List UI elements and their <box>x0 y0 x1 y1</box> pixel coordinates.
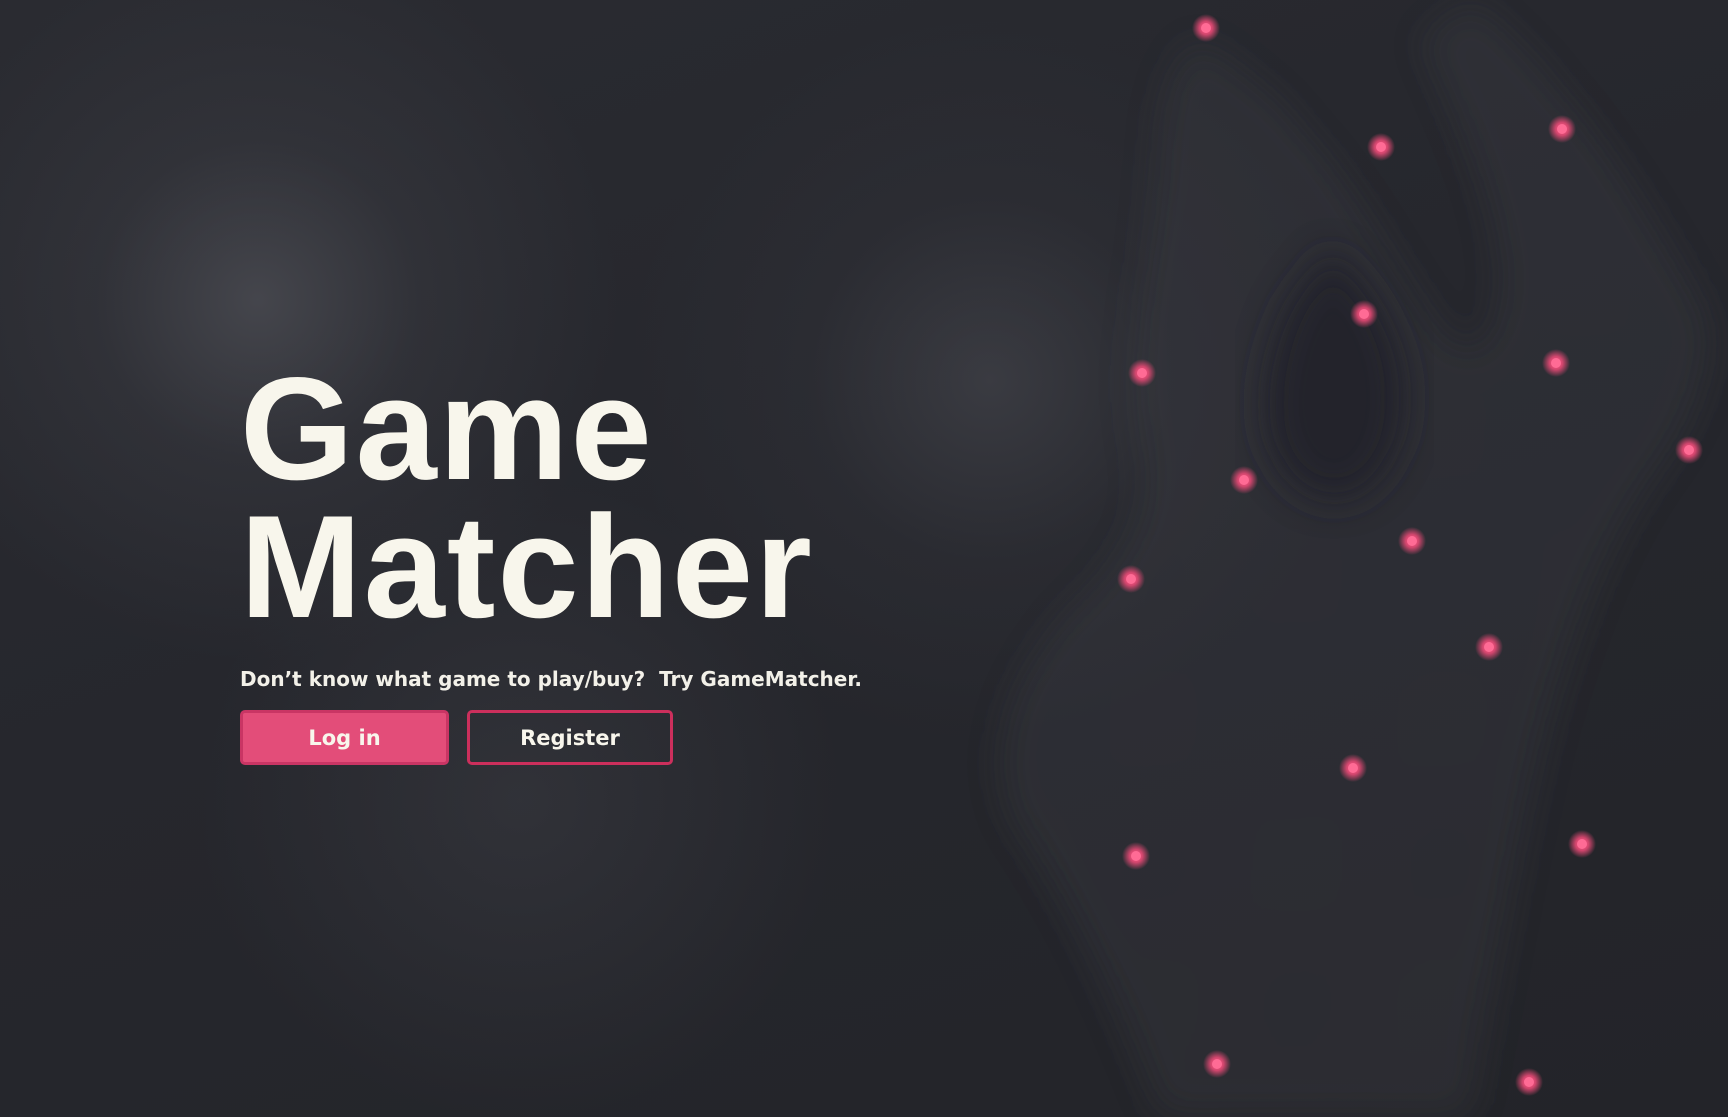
glow-dot <box>1475 633 1503 661</box>
glow-dot <box>1398 527 1426 555</box>
login-button[interactable]: Log in <box>240 710 449 765</box>
app-title: Game Matcher <box>240 347 940 648</box>
glow-dot <box>1548 115 1576 143</box>
glow-dot <box>1122 842 1150 870</box>
glow-dot <box>1515 1068 1543 1096</box>
glow-dot <box>1339 754 1367 782</box>
register-button[interactable]: Register <box>467 710 673 765</box>
glow-dot <box>1568 830 1596 858</box>
glow-dot <box>1128 359 1156 387</box>
glow-dot <box>1230 466 1258 494</box>
tagline: Don’t know what game to play/buy? Try Ga… <box>240 667 862 691</box>
glow-dot <box>1117 565 1145 593</box>
landing-page: Game Matcher Don’t know what game to pla… <box>0 0 1728 1117</box>
app-title-line-1: Game <box>240 347 654 510</box>
halftone-shape <box>999 0 1712 1117</box>
auth-buttons: Log in Register <box>240 710 940 765</box>
glow-dot <box>1350 300 1378 328</box>
hero-section: Game Matcher Don’t know what game to pla… <box>240 347 940 765</box>
glow-dot <box>1675 436 1703 464</box>
app-title-line-2: Matcher <box>240 485 814 648</box>
glow-dot <box>1192 14 1220 42</box>
glow-dot <box>1542 349 1570 377</box>
glow-dot <box>1367 133 1395 161</box>
glow-dot <box>1203 1050 1231 1078</box>
